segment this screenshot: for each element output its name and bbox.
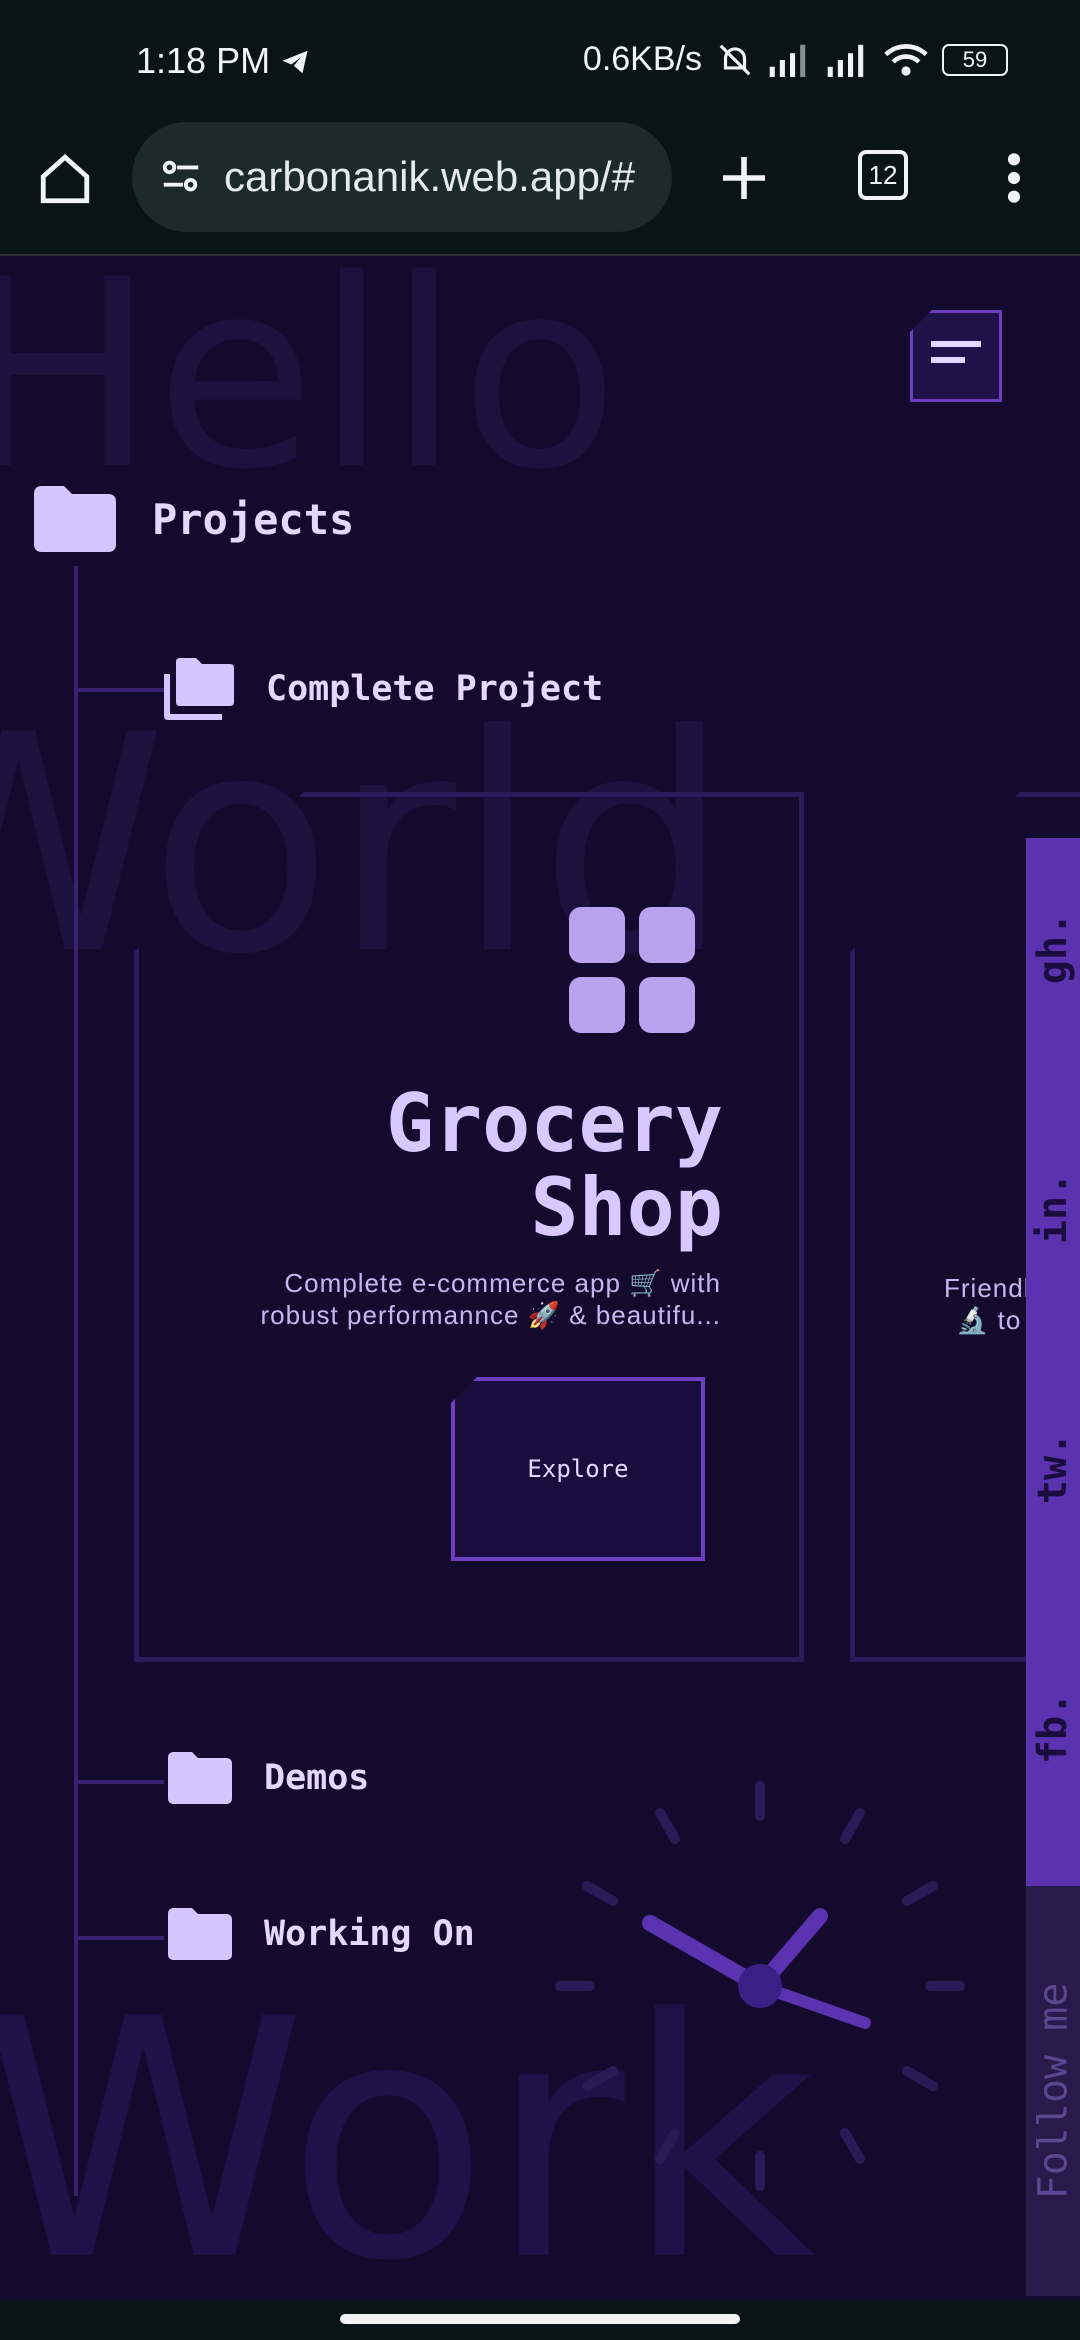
tree-item-complete-project[interactable]: Complete Project (164, 658, 603, 720)
folder-icon (34, 486, 116, 552)
status-bar: 1:18 PM 0.6KB/s 59 (0, 0, 1080, 122)
clock-illustration (555, 1781, 965, 2191)
tree-branch (76, 1936, 164, 1940)
explore-button[interactable]: Explore (451, 1377, 705, 1561)
social-link-twitter[interactable]: tw. (1026, 1368, 1080, 1568)
tree-branch (76, 688, 164, 692)
tree-item-demos[interactable]: Demos (168, 1752, 369, 1804)
social-sidebar: gh. in. tw. fb. (1026, 838, 1080, 1888)
tree-item-label: Working On (264, 1914, 475, 1954)
wifi-icon (884, 43, 928, 76)
menu-icon (931, 341, 981, 363)
grid-icon (569, 907, 699, 1037)
social-link-github[interactable]: gh. (1026, 848, 1080, 1048)
mute-icon (719, 44, 751, 75)
site-settings-icon[interactable] (158, 154, 204, 200)
folders-icon (164, 658, 234, 720)
tree-item-label: Demos (264, 1758, 370, 1798)
tree-line (74, 566, 78, 2196)
follow-me-tab: Follow me (1026, 1886, 1080, 2296)
project-description: Complete e-commerce app 🛒 with robust pe… (260, 1268, 721, 1330)
folder-icon (168, 1908, 232, 1960)
tree-branch (76, 1780, 164, 1784)
battery-icon: 59 (942, 43, 1008, 76)
home-indicator[interactable] (340, 2314, 740, 2324)
more-icon[interactable] (1000, 150, 1028, 206)
social-link-facebook[interactable]: fb. (1026, 1628, 1080, 1828)
background-word: Hello (0, 256, 620, 527)
project-title: Grocery Shop (385, 1077, 723, 1254)
social-link-linkedin[interactable]: in. (1026, 1108, 1080, 1308)
tabs-icon[interactable]: 12 (858, 150, 908, 200)
folder-icon (168, 1752, 232, 1804)
address-bar[interactable]: carbonanik.web.app/# (132, 122, 672, 232)
signal-icon (769, 44, 806, 77)
browser-toolbar: carbonanik.web.app/# 12 (0, 122, 1080, 256)
follow-me-label: Follow me (1030, 1982, 1076, 2200)
tree-item-working-on[interactable]: Working On (168, 1908, 475, 1960)
tree-item-label: Complete Project (266, 669, 604, 709)
home-icon[interactable] (36, 150, 94, 208)
url-text: carbonanik.web.app/# (224, 153, 635, 200)
tree-root-projects[interactable]: Projects (34, 486, 354, 552)
web-page: Hello World Work Projects Complete Proje… (0, 256, 1080, 2300)
signal-icon (827, 44, 864, 77)
status-time: 1:18 PM (136, 40, 310, 82)
network-speed: 0.6KB/s (582, 40, 702, 78)
new-tab-icon[interactable] (716, 150, 772, 206)
battery-level: 59 (962, 46, 988, 72)
gesture-nav-bar (0, 2300, 1080, 2340)
status-indicators: 0.6KB/s 59 (583, 40, 1008, 79)
menu-button[interactable] (910, 310, 1002, 402)
tab-count: 12 (868, 159, 898, 190)
project-card[interactable]: Grocery Shop Complete e-commerce app 🛒 w… (134, 792, 804, 1662)
telegram-icon (282, 50, 308, 74)
tree-root-label: Projects (152, 494, 355, 544)
